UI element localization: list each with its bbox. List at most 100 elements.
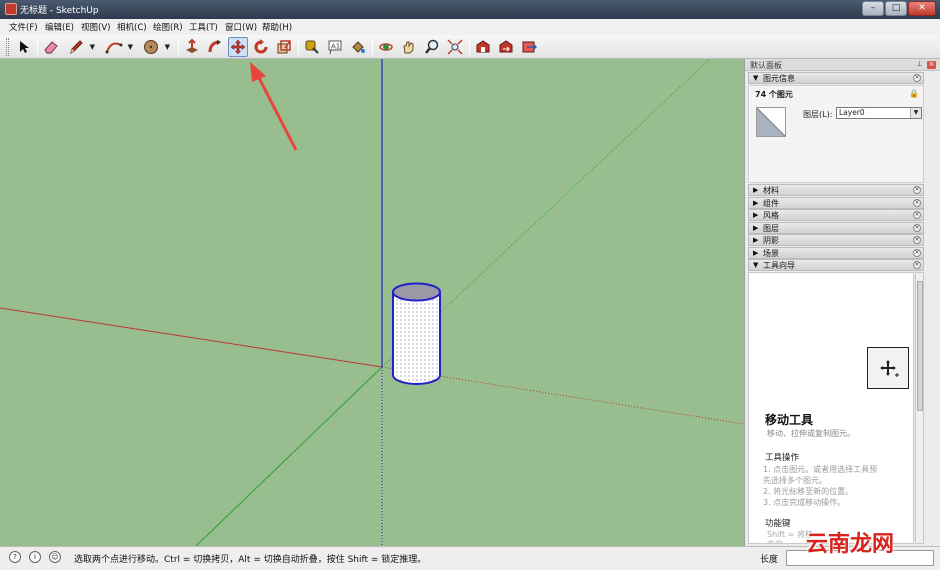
share-model-icon bbox=[499, 40, 513, 53]
section-label: 工具向导 bbox=[763, 261, 795, 270]
menu-camera[interactable]: 相机(C) bbox=[117, 21, 147, 33]
section-scenes[interactable]: ▶ 场景 × bbox=[748, 247, 924, 259]
circle-icon bbox=[144, 40, 158, 54]
tray-title: 默认面板 bbox=[750, 61, 782, 70]
eraser-icon bbox=[44, 41, 58, 54]
tape-measure-tool-button[interactable] bbox=[302, 37, 322, 57]
section-close-icon[interactable]: × bbox=[913, 236, 921, 244]
send-to-layout-button[interactable] bbox=[519, 37, 539, 57]
orbit-tool-button[interactable] bbox=[376, 37, 396, 57]
text-tool-button[interactable]: A1 bbox=[325, 37, 345, 57]
tray-header: 默认面板 ⊥ × bbox=[745, 59, 940, 71]
sketchup-app-icon bbox=[5, 3, 17, 15]
operation-step: 3. 点击完成移动操作。 bbox=[763, 498, 846, 507]
arc-tool-button[interactable]: ▼ bbox=[104, 37, 133, 57]
expand-right-icon: ▶ bbox=[753, 186, 759, 194]
section-layers[interactable]: ▶ 图层 × bbox=[748, 222, 924, 234]
section-close-icon[interactable]: × bbox=[913, 261, 921, 269]
section-close-icon[interactable]: × bbox=[913, 249, 921, 257]
circle-tool-button[interactable]: ▼ bbox=[141, 37, 170, 57]
operation-step: 1. 点击图元。或者用选择工具预 bbox=[763, 465, 878, 474]
section-close-icon[interactable]: × bbox=[913, 74, 921, 82]
get-models-button[interactable] bbox=[473, 37, 493, 57]
expand-right-icon: ▶ bbox=[753, 224, 759, 232]
move-arrows-icon bbox=[880, 360, 899, 377]
pin-icon[interactable]: ⊥ bbox=[915, 61, 924, 69]
menu-view[interactable]: 视图(V) bbox=[81, 21, 110, 33]
section-shadows[interactable]: ▶ 阴影 × bbox=[748, 234, 924, 246]
minimize-button[interactable]: – bbox=[862, 1, 884, 16]
chevron-down-icon[interactable]: ▼ bbox=[910, 108, 921, 118]
move-arrows-icon bbox=[230, 39, 246, 55]
viewport-canvas bbox=[0, 59, 744, 546]
push-pull-tool-button[interactable] bbox=[182, 37, 202, 57]
zoom-extents-tool-button[interactable] bbox=[445, 37, 465, 57]
operation-step: 2. 将光标移至新的位置。 bbox=[763, 487, 854, 496]
chevron-down-icon[interactable]: ▼ bbox=[128, 43, 133, 51]
rotate-icon bbox=[254, 39, 268, 54]
toolbar-grip[interactable] bbox=[6, 38, 9, 56]
move-tool-button[interactable] bbox=[228, 37, 248, 57]
credits-icon[interactable]: i bbox=[29, 551, 41, 563]
menu-tools[interactable]: 工具(T) bbox=[189, 21, 218, 33]
section-components[interactable]: ▶ 组件 × bbox=[748, 197, 924, 209]
follow-me-tool-button[interactable] bbox=[205, 37, 225, 57]
lock-icon[interactable]: 🔒 bbox=[909, 89, 919, 98]
paint-bucket-tool-button[interactable] bbox=[348, 37, 368, 57]
push-pull-icon bbox=[186, 39, 198, 53]
status-message: 选取两个点进行移动。Ctrl = 切换拷贝，Alt = 切换自动折叠，按住 Sh… bbox=[74, 555, 427, 565]
toolbar-separator bbox=[469, 39, 470, 55]
section-close-icon[interactable]: × bbox=[913, 199, 921, 207]
close-button[interactable]: ✕ bbox=[908, 1, 936, 16]
section-materials[interactable]: ▶ 材料 × bbox=[748, 184, 924, 196]
chevron-down-icon[interactable]: ▼ bbox=[90, 43, 95, 51]
material-swatch[interactable] bbox=[756, 107, 786, 137]
geo-location-icon[interactable]: ? bbox=[9, 551, 21, 563]
menu-edit[interactable]: 编辑(E) bbox=[45, 21, 74, 33]
menu-help[interactable]: 帮助(H) bbox=[262, 21, 292, 33]
zoom-tool-button[interactable] bbox=[422, 37, 442, 57]
arc-icon bbox=[105, 42, 123, 54]
hand-pan-icon bbox=[403, 41, 414, 54]
status-bar: ? i ☺ 选取两个点进行移动。Ctrl = 切换拷贝，Alt = 切换自动折叠… bbox=[0, 546, 940, 570]
scrollbar-thumb[interactable] bbox=[917, 281, 923, 411]
paint-bucket-icon bbox=[352, 41, 365, 53]
layer-label: 图层(L): bbox=[803, 110, 833, 119]
modeling-viewport[interactable] bbox=[0, 59, 744, 546]
toolbar-separator bbox=[178, 39, 179, 55]
entity-info-body: 74 个图元 🔒 图层(L): Layer0 ▼ bbox=[748, 85, 924, 183]
tray-close-icon[interactable]: × bbox=[927, 61, 936, 69]
instructor-body: 移动工具 移动、拉伸或复制图元。 工具操作 1. 点击图元。或者用选择工具预 先… bbox=[748, 272, 914, 544]
instructor-scrollbar[interactable] bbox=[915, 272, 924, 544]
window-title: 无标题 - SketchUp bbox=[20, 6, 99, 16]
share-model-button[interactable] bbox=[496, 37, 516, 57]
swatch-triangle-icon bbox=[756, 107, 786, 137]
section-close-icon[interactable]: × bbox=[913, 224, 921, 232]
menu-draw[interactable]: 绘图(R) bbox=[153, 21, 183, 33]
maximize-button[interactable]: □ bbox=[885, 1, 907, 16]
section-styles[interactable]: ▶ 风格 × bbox=[748, 209, 924, 221]
user-icon[interactable]: ☺ bbox=[49, 551, 61, 563]
scale-tool-button[interactable] bbox=[274, 37, 294, 57]
menu-window[interactable]: 窗口(W) bbox=[225, 21, 257, 33]
function-keys-heading: 功能键 bbox=[765, 519, 791, 529]
rotate-tool-button[interactable] bbox=[251, 37, 271, 57]
section-entity-info[interactable]: ▼ 图元信息 × bbox=[748, 72, 924, 84]
chevron-down-icon[interactable]: ▼ bbox=[165, 43, 170, 51]
layer-select[interactable]: Layer0 ▼ bbox=[836, 107, 922, 119]
section-close-icon[interactable]: × bbox=[913, 186, 921, 194]
instructor-subtitle: 移动、拉伸或复制图元。 bbox=[767, 429, 855, 438]
expand-right-icon: ▶ bbox=[753, 236, 759, 244]
menu-file[interactable]: 文件(F) bbox=[9, 21, 38, 33]
eraser-tool-button[interactable] bbox=[41, 37, 61, 57]
red-axis-solid bbox=[0, 307, 383, 368]
select-tool-button[interactable] bbox=[14, 37, 34, 57]
entity-count: 74 个图元 bbox=[755, 90, 793, 99]
pencil-icon bbox=[70, 40, 83, 55]
section-close-icon[interactable]: × bbox=[913, 211, 921, 219]
pan-tool-button[interactable] bbox=[399, 37, 419, 57]
section-instructor[interactable]: ▼ 工具向导 × bbox=[748, 259, 924, 271]
pencil-tool-button[interactable]: ▼ bbox=[66, 37, 95, 57]
move-tool-preview-icon bbox=[867, 347, 909, 389]
follow-me-icon bbox=[208, 40, 221, 53]
